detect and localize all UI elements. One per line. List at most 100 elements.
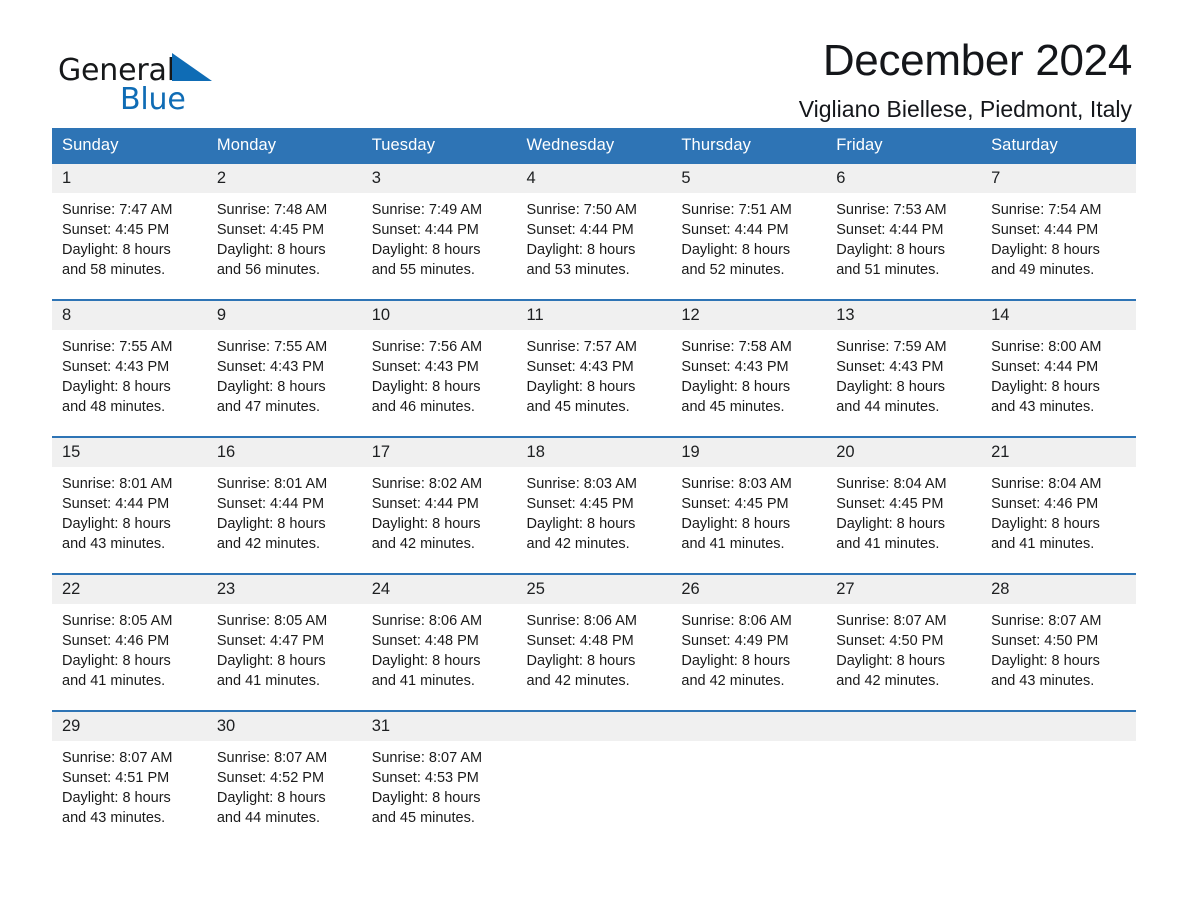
day-number [671, 712, 827, 741]
sunrise-text: Sunrise: 8:03 AM [681, 476, 792, 492]
day-cell[interactable]: 29 Sunrise: 8:07 AM Sunset: 4:51 PM Dayl… [52, 710, 207, 847]
day-details: Sunrise: 8:01 AM Sunset: 4:44 PM Dayligh… [52, 467, 207, 554]
sunset-text: Sunset: 4:44 PM [371, 222, 479, 238]
daylight-text-line1: Daylight: 8 hours [371, 653, 481, 669]
daylight-text-line1: Daylight: 8 hours [526, 653, 636, 669]
day-cell[interactable]: 28 Sunrise: 8:07 AM Sunset: 4:50 PM Dayl… [981, 573, 1136, 711]
day-cell[interactable]: 13 Sunrise: 7:59 AM Sunset: 4:43 PM Dayl… [826, 299, 982, 437]
sunset-text: Sunset: 4:43 PM [216, 359, 325, 375]
daylight-text-line1: Daylight: 8 hours [681, 653, 791, 669]
sunset-text: Sunset: 4:44 PM [216, 496, 325, 512]
day-cell[interactable]: 21 Sunrise: 8:04 AM Sunset: 4:46 PM Dayl… [981, 436, 1136, 574]
generalblue-logo[interactable]: General Blue [58, 52, 278, 117]
day-cell[interactable]: 12 Sunrise: 7:58 AM Sunset: 4:43 PM Dayl… [671, 299, 827, 437]
day-cell[interactable]: 5 Sunrise: 7:51 AM Sunset: 4:44 PM Dayli… [671, 164, 827, 300]
day-cell[interactable]: 10 Sunrise: 7:56 AM Sunset: 4:43 PM Dayl… [361, 299, 517, 437]
daylight-text-line2: and 51 minutes. [836, 262, 940, 278]
day-cell[interactable]: 15 Sunrise: 8:01 AM Sunset: 4:44 PM Dayl… [52, 436, 207, 574]
day-number: 6 [826, 164, 982, 193]
day-number: 11 [516, 301, 672, 330]
day-cell[interactable]: 4 Sunrise: 7:50 AM Sunset: 4:44 PM Dayli… [516, 164, 672, 300]
sunset-text: Sunset: 4:45 PM [62, 222, 170, 238]
day-cell[interactable]: 16 Sunrise: 8:01 AM Sunset: 4:44 PM Dayl… [206, 436, 362, 574]
day-number: 9 [206, 301, 362, 330]
day-cell-empty [981, 710, 1136, 847]
daylight-text-line1: Daylight: 8 hours [681, 516, 791, 532]
calendar-table: Sunday Monday Tuesday Wednesday Thursday… [52, 128, 1136, 847]
sunset-text: Sunset: 4:44 PM [526, 222, 634, 238]
day-cell[interactable]: 20 Sunrise: 8:04 AM Sunset: 4:45 PM Dayl… [826, 436, 982, 574]
day-number: 13 [826, 301, 982, 330]
day-cell[interactable]: 25 Sunrise: 8:06 AM Sunset: 4:48 PM Dayl… [516, 573, 672, 711]
day-cell[interactable]: 26 Sunrise: 8:06 AM Sunset: 4:49 PM Dayl… [671, 573, 827, 711]
day-cell[interactable]: 19 Sunrise: 8:03 AM Sunset: 4:45 PM Dayl… [671, 436, 827, 574]
daylight-text-line2: and 49 minutes. [991, 262, 1095, 278]
daylight-text-line2: and 46 minutes. [371, 399, 475, 415]
logo-text-general: General [58, 53, 175, 88]
calendar-week-row: 29 Sunrise: 8:07 AM Sunset: 4:51 PM Dayl… [52, 710, 1136, 847]
daylight-text-line2: and 43 minutes. [991, 399, 1095, 415]
day-number: 8 [52, 301, 207, 330]
daylight-text-line2: and 56 minutes. [216, 262, 321, 278]
daylight-text-line1: Daylight: 8 hours [526, 516, 636, 532]
day-cell[interactable]: 3 Sunrise: 7:49 AM Sunset: 4:44 PM Dayli… [361, 164, 517, 300]
day-cell[interactable]: 1 Sunrise: 7:47 AM Sunset: 4:45 PM Dayli… [52, 164, 207, 300]
day-cell[interactable]: 24 Sunrise: 8:06 AM Sunset: 4:48 PM Dayl… [361, 573, 517, 711]
sunset-text: Sunset: 4:44 PM [836, 222, 944, 238]
day-cell[interactable]: 27 Sunrise: 8:07 AM Sunset: 4:50 PM Dayl… [826, 573, 982, 711]
day-details: Sunrise: 8:02 AM Sunset: 4:44 PM Dayligh… [362, 467, 517, 554]
day-number: 30 [206, 712, 362, 741]
day-cell[interactable]: 7 Sunrise: 7:54 AM Sunset: 4:44 PM Dayli… [981, 164, 1136, 300]
day-cell[interactable]: 8 Sunrise: 7:55 AM Sunset: 4:43 PM Dayli… [52, 299, 207, 437]
day-number [826, 712, 982, 741]
day-number: 31 [361, 712, 517, 741]
day-details: Sunrise: 8:07 AM Sunset: 4:52 PM Dayligh… [207, 741, 362, 828]
daylight-text-line2: and 47 minutes. [216, 399, 321, 415]
day-number: 19 [671, 438, 827, 467]
day-details: Sunrise: 8:05 AM Sunset: 4:47 PM Dayligh… [207, 604, 362, 691]
day-details: Sunrise: 8:03 AM Sunset: 4:45 PM Dayligh… [517, 467, 672, 554]
day-cell[interactable]: 2 Sunrise: 7:48 AM Sunset: 4:45 PM Dayli… [206, 164, 362, 300]
sunrise-text: Sunrise: 7:55 AM [62, 339, 173, 355]
weekday-header-sunday: Sunday [52, 128, 207, 164]
sunset-text: Sunset: 4:43 PM [681, 359, 789, 375]
page-header: General Blue December 2024 Vigliano Biel… [0, 0, 1188, 121]
daylight-text-line1: Daylight: 8 hours [216, 790, 326, 806]
sunrise-text: Sunrise: 8:05 AM [62, 613, 173, 629]
sunrise-text: Sunrise: 7:49 AM [371, 202, 483, 218]
daylight-text-line2: and 44 minutes. [216, 810, 321, 826]
day-cell[interactable]: 17 Sunrise: 8:02 AM Sunset: 4:44 PM Dayl… [361, 436, 517, 574]
day-number: 29 [52, 712, 207, 741]
sunset-text: Sunset: 4:50 PM [836, 633, 944, 649]
sunrise-text: Sunrise: 8:07 AM [991, 613, 1102, 629]
day-details: Sunrise: 8:05 AM Sunset: 4:46 PM Dayligh… [52, 604, 207, 691]
day-cell[interactable]: 6 Sunrise: 7:53 AM Sunset: 4:44 PM Dayli… [826, 164, 982, 300]
day-cell[interactable]: 30 Sunrise: 8:07 AM Sunset: 4:52 PM Dayl… [206, 710, 362, 847]
sunrise-text: Sunrise: 7:57 AM [526, 339, 637, 355]
sunset-text: Sunset: 4:43 PM [526, 359, 634, 375]
day-details: Sunrise: 8:07 AM Sunset: 4:50 PM Dayligh… [826, 604, 981, 691]
day-number [516, 712, 672, 741]
day-cell[interactable]: 31 Sunrise: 8:07 AM Sunset: 4:53 PM Dayl… [361, 710, 517, 847]
day-cell[interactable]: 14 Sunrise: 8:00 AM Sunset: 4:44 PM Dayl… [981, 299, 1136, 437]
daylight-text-line2: and 45 minutes. [681, 399, 785, 415]
weekday-header-friday: Friday [826, 128, 982, 164]
day-cell[interactable]: 9 Sunrise: 7:55 AM Sunset: 4:43 PM Dayli… [206, 299, 362, 437]
day-cell[interactable]: 22 Sunrise: 8:05 AM Sunset: 4:46 PM Dayl… [52, 573, 207, 711]
weekday-header-saturday: Saturday [981, 128, 1136, 164]
sunset-text: Sunset: 4:46 PM [62, 633, 170, 649]
daylight-text-line1: Daylight: 8 hours [526, 242, 636, 258]
daylight-text-line2: and 41 minutes. [991, 536, 1095, 552]
day-cell[interactable]: 11 Sunrise: 7:57 AM Sunset: 4:43 PM Dayl… [516, 299, 672, 437]
day-cell[interactable]: 18 Sunrise: 8:03 AM Sunset: 4:45 PM Dayl… [516, 436, 672, 574]
sunset-text: Sunset: 4:44 PM [681, 222, 789, 238]
sunset-text: Sunset: 4:44 PM [62, 496, 170, 512]
day-number: 26 [671, 575, 827, 604]
daylight-text-line1: Daylight: 8 hours [62, 379, 171, 395]
day-details: Sunrise: 8:01 AM Sunset: 4:44 PM Dayligh… [207, 467, 362, 554]
day-number: 15 [52, 438, 207, 467]
weekday-header-tuesday: Tuesday [361, 128, 517, 164]
daylight-text-line2: and 43 minutes. [62, 536, 166, 552]
sunrise-text: Sunrise: 7:58 AM [681, 339, 792, 355]
day-cell[interactable]: 23 Sunrise: 8:05 AM Sunset: 4:47 PM Dayl… [206, 573, 362, 711]
